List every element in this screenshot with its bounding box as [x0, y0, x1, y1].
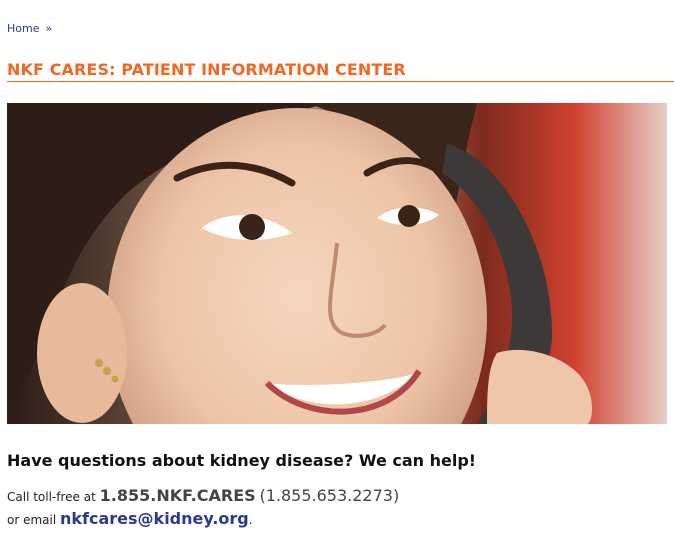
hero-image — [7, 103, 667, 424]
phone-number: (1.855.653.2273) — [259, 486, 400, 505]
call-prefix: Call toll-free at — [7, 490, 96, 504]
email-suffix: . — [248, 513, 253, 527]
email-prefix: or email — [7, 513, 57, 527]
breadcrumb: Home » — [7, 22, 52, 35]
email-line: or email nkfcares@kidney.org. — [7, 508, 399, 531]
woman-on-phone-photo — [7, 103, 667, 424]
breadcrumb-separator: » — [45, 22, 53, 35]
breadcrumb-home-link[interactable]: Home — [7, 22, 39, 35]
phone-line: Call toll-free at 1.855.NKF.CARES (1.855… — [7, 485, 399, 508]
phone-vanity-number: 1.855.NKF.CARES — [99, 486, 256, 505]
email-link[interactable]: nkfcares@kidney.org — [60, 509, 249, 528]
page-title: NKF CARES: PATIENT INFORMATION CENTER — [7, 60, 674, 82]
help-question-heading: Have questions about kidney disease? We … — [7, 451, 477, 470]
contact-info: Call toll-free at 1.855.NKF.CARES (1.855… — [7, 485, 399, 531]
